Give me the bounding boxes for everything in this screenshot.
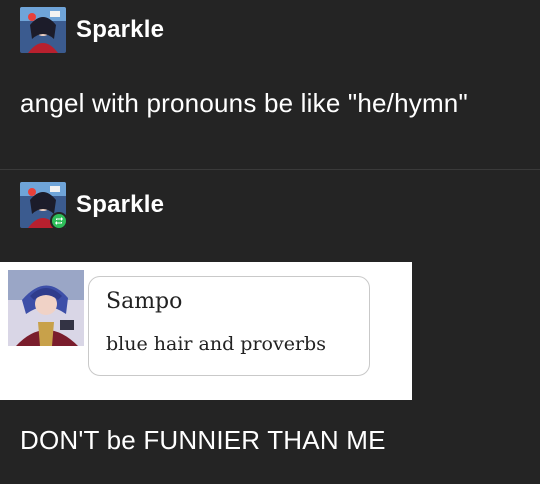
embedded-avatar <box>8 270 84 346</box>
post-2-text: DON'T be FUNNIER THAN ME <box>20 425 386 455</box>
post-1-header: Sparkle <box>20 7 164 53</box>
message-bubble: Sampo blue hair and proverbs <box>88 276 370 376</box>
avatar[interactable] <box>20 7 66 53</box>
post-divider <box>0 169 540 170</box>
embedded-image: Sampo blue hair and proverbs <box>0 262 412 400</box>
message-sender-name: Sampo <box>106 289 183 314</box>
username[interactable]: Sparkle <box>76 16 164 44</box>
avatar-image <box>20 7 66 53</box>
post-1-text: angel with pronouns be like "he/hymn" <box>20 88 468 118</box>
reblog-icon <box>50 212 66 228</box>
post-2-header: Sparkle <box>20 182 164 228</box>
username[interactable]: Sparkle <box>76 191 164 219</box>
avatar[interactable] <box>20 182 66 228</box>
message-text: blue hair and proverbs <box>106 333 326 355</box>
